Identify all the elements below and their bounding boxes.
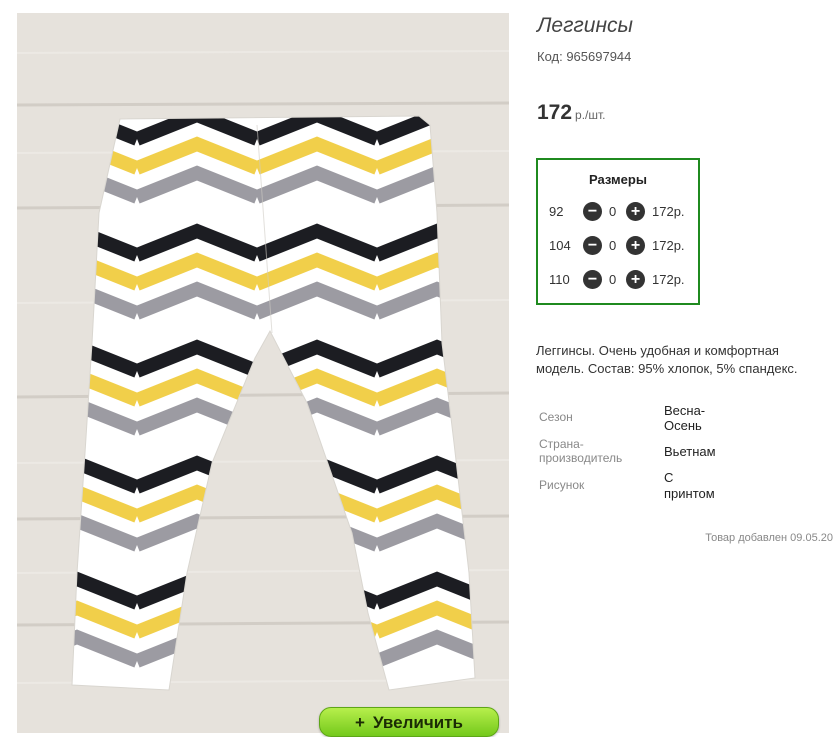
product-title: Леггинсы (537, 14, 633, 37)
attr-label-pattern: Рисунок (539, 478, 585, 492)
size-label: 92 (549, 204, 564, 219)
added-date: Товар добавлен 09.05.20 (705, 532, 833, 544)
product-description: Леггинсы. Очень удобная и комфортная мод… (536, 343, 798, 376)
price-value: 172 (537, 101, 573, 124)
minus-circle-icon[interactable]: − (583, 236, 602, 255)
product-price: 172 р./шт. (537, 101, 606, 125)
size-row: 110 − 0 + 172р. (538, 270, 698, 290)
quantity-value: 0 (609, 238, 617, 253)
attr-label-country-2: производитель (539, 451, 623, 465)
minus-circle-icon[interactable]: − (583, 202, 602, 221)
size-row: 92 − 0 + 172р. (538, 202, 698, 222)
zoom-plus-icon: + (355, 713, 365, 732)
attr-value-season-1: Весна- (664, 403, 706, 418)
leggings-photo (17, 13, 509, 733)
attr-value-pattern-2: принтом (664, 486, 715, 501)
attr-value-country: Вьетнам (664, 444, 716, 459)
plus-circle-icon[interactable]: + (626, 270, 645, 289)
minus-circle-icon[interactable]: − (583, 270, 602, 289)
size-price: 172р. (652, 204, 685, 219)
size-label: 110 (549, 272, 570, 287)
attr-label-country-1: Страна- (539, 437, 584, 451)
attr-label-season: Сезон (539, 410, 573, 424)
attr-value-season-2: Осень (664, 418, 702, 433)
sizes-title: Размеры (589, 172, 647, 187)
quantity-value: 0 (609, 204, 617, 219)
plus-circle-icon[interactable]: + (626, 236, 645, 255)
size-price: 172р. (652, 238, 685, 253)
attr-value-pattern-1: С (664, 470, 674, 485)
sizes-panel: Размеры 92 − 0 + 172р. 104 − 0 + 172р. 1… (536, 158, 700, 305)
price-unit: р./шт. (575, 108, 606, 122)
size-row: 104 − 0 + 172р. (538, 236, 698, 256)
size-label: 104 (549, 238, 571, 253)
zoom-label: Увеличить (372, 713, 463, 732)
quantity-value: 0 (609, 272, 617, 287)
plus-circle-icon[interactable]: + (626, 202, 645, 221)
size-price: 172р. (652, 272, 685, 287)
product-image[interactable] (17, 13, 509, 733)
product-code: Код: 965697944 (537, 49, 632, 64)
